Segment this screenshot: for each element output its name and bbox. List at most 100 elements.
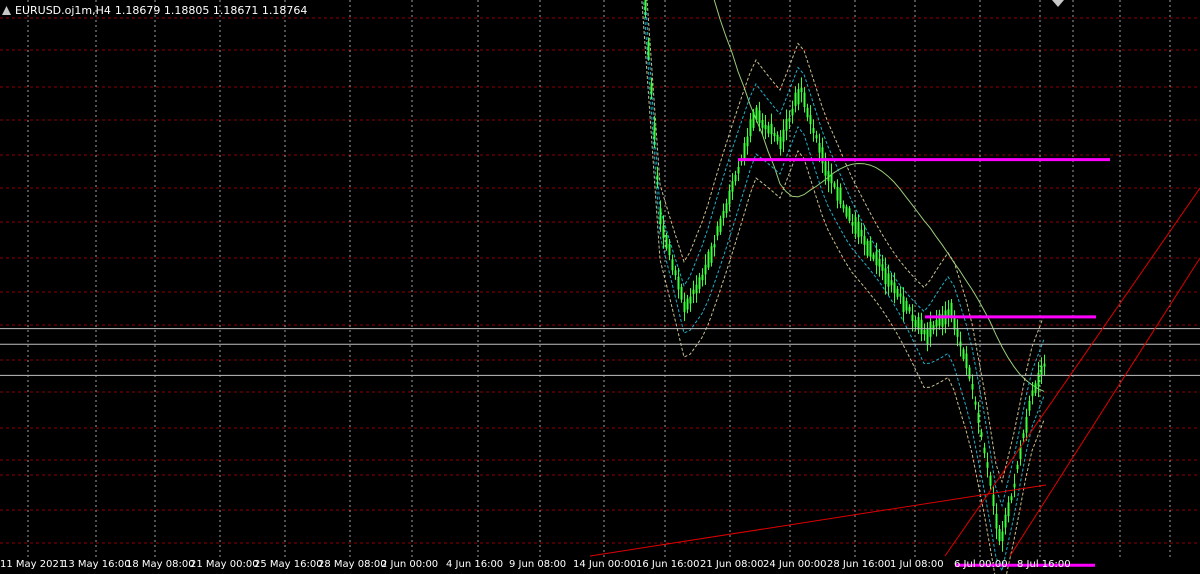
candle-body (785, 118, 788, 131)
x-tick-label: 21 Jun 08:00 (700, 559, 764, 570)
x-tick-label: 8 Jul 16:00 (1017, 559, 1071, 570)
candle-body (797, 89, 800, 105)
moving-average-line (713, 0, 1045, 392)
candle-body (839, 187, 842, 204)
candle-body (965, 353, 968, 369)
candle-body (962, 349, 965, 360)
x-tick-label: 14 Jun 00:00 (573, 559, 637, 570)
candle-body (1016, 464, 1019, 470)
candle-body (695, 284, 698, 294)
candle-body (653, 125, 656, 139)
candle-body (1010, 496, 1013, 501)
x-tick-label: 2 Jun 00:00 (381, 559, 439, 570)
candle-body (704, 264, 707, 275)
triangle-icon (2, 5, 11, 15)
candle-body (830, 173, 833, 184)
candle-body (890, 280, 893, 286)
candle-body (794, 92, 797, 106)
candle-body (683, 301, 686, 312)
candle-body (731, 181, 734, 192)
candle-body (665, 235, 668, 249)
candle-body (971, 384, 974, 390)
candle-body (743, 143, 746, 160)
candle-body (1007, 502, 1010, 517)
candle-body (866, 240, 869, 256)
candle-body (788, 118, 791, 122)
candle-body (659, 208, 662, 225)
candle-body (854, 217, 857, 234)
candle-body (881, 264, 884, 271)
candle-body (911, 314, 914, 321)
candle-body (770, 123, 773, 134)
ohlc-values: 1.18679 1.18805 1.18671 1.18764 (114, 3, 308, 17)
channel-line-lower (1009, 257, 1200, 557)
candle-body (917, 317, 920, 330)
candle-body (725, 203, 728, 214)
x-tick-label: 21 May 00:00 (190, 559, 259, 570)
candle-body (845, 206, 848, 217)
candle-body (956, 328, 959, 337)
candle-body (791, 108, 794, 116)
candle-body (812, 128, 815, 133)
candle-body (755, 107, 758, 120)
candle-body (647, 41, 650, 58)
candle-body (980, 432, 983, 437)
candle-body (929, 321, 932, 337)
candle-body (824, 161, 827, 176)
candle-body (710, 246, 713, 263)
candle-body (1025, 416, 1028, 433)
candle-body (899, 293, 902, 297)
candle-body (779, 136, 782, 149)
price-chart[interactable] (0, 0, 1200, 574)
inner-band-upper (644, 0, 1045, 508)
candle-body (707, 251, 710, 268)
candle-body (737, 166, 740, 174)
x-tick-label: 18 May 08:00 (126, 559, 195, 570)
x-tick-label: 6 Jul 00:00 (954, 559, 1008, 570)
candle-body (995, 513, 998, 529)
candle-body (908, 306, 911, 312)
candle-body (884, 268, 887, 284)
candle-body (698, 277, 701, 289)
inner-band-lower (643, 0, 1045, 573)
candle-body (842, 204, 845, 209)
x-tick-label: 28 Jun 16:00 (827, 559, 891, 570)
candle-body (836, 186, 839, 201)
candle-body (1040, 365, 1043, 376)
candle-body (857, 221, 860, 238)
x-tick-label: 1 Jul 08:00 (890, 559, 944, 570)
candle-body (923, 329, 926, 335)
candle-body (878, 258, 881, 267)
candle-body (869, 240, 872, 257)
chevron-down-icon[interactable] (1052, 0, 1064, 7)
x-tick-label: 16 Jun 16:00 (636, 559, 700, 570)
x-tick-label: 9 Jun 08:00 (509, 559, 567, 570)
candle-body (782, 129, 785, 142)
candle-body (758, 110, 761, 123)
candle-body (671, 259, 674, 271)
candle-body (680, 287, 683, 300)
candle-body (686, 298, 689, 310)
x-tick-label: 24 Jun 00:00 (763, 559, 827, 570)
candle-body (746, 136, 749, 147)
candle-body (833, 183, 836, 188)
candle-body (752, 112, 755, 128)
candle-body (701, 274, 704, 281)
candle-body (992, 494, 995, 506)
candle-body (1013, 483, 1016, 488)
candle-body (776, 134, 779, 142)
x-tick-label: 13 May 16:00 (62, 559, 131, 570)
outer-band-lower (641, 0, 1045, 574)
candle-body (800, 87, 803, 93)
candle-body (1028, 400, 1031, 411)
candle-body (1022, 433, 1025, 438)
candle-body (728, 190, 731, 205)
x-tick-label: 4 Jun 16:00 (446, 559, 504, 570)
candle-body (893, 282, 896, 294)
candle-body (848, 208, 851, 221)
candle-body (998, 529, 1001, 542)
time-axis: 11 May 2021 13 May 16:00 18 May 08:00 21 Ma… (0, 557, 1200, 574)
candle-body (977, 412, 980, 423)
candle-body (713, 244, 716, 248)
candle-body (761, 120, 764, 128)
